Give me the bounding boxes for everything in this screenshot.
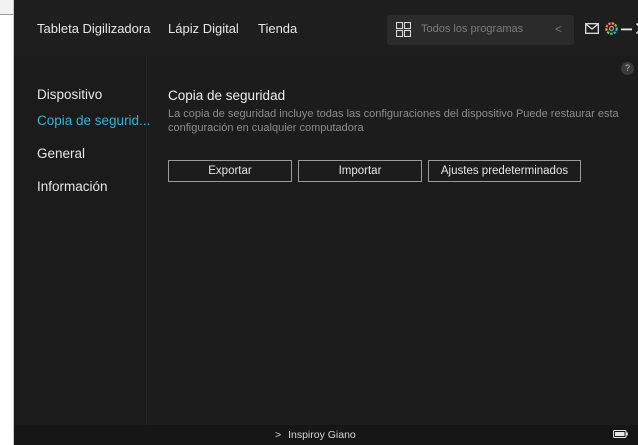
main-panel: ? Copia de seguridad La copia de segurid… (147, 56, 638, 425)
top-bar: Tableta Digilizadora Lápiz Digital Tiend… (14, 0, 638, 56)
left-window-edge (0, 0, 14, 445)
import-button[interactable]: Importar (298, 160, 422, 182)
window-edge-notch (0, 0, 13, 15)
section-title: Copia de seguridad (168, 88, 286, 103)
chevron-right-icon: > (275, 429, 282, 441)
nav-tablet[interactable]: Tableta Digilizadora (37, 21, 150, 36)
sidebar-item-backup[interactable]: Copia de segurid... (37, 113, 150, 128)
program-selector[interactable]: Todos los programas < (387, 15, 574, 45)
status-bar: > Inspiroy Giano (14, 425, 638, 445)
chevron-left-icon[interactable]: < (555, 22, 562, 36)
minimize-icon[interactable] (621, 28, 632, 31)
sidebar-item-device[interactable]: Dispositivo (37, 87, 102, 102)
grid-icon (396, 22, 411, 37)
export-button[interactable]: Exportar (168, 160, 292, 182)
sidebar: Dispositivo Copia de segurid... General … (14, 56, 150, 425)
device-name: Inspiroy Giano (288, 429, 356, 441)
help-icon[interactable]: ? (621, 62, 634, 75)
battery-icon (613, 430, 628, 438)
program-selector-placeholder: Todos los programas (421, 23, 524, 35)
app-window: Tableta Digilizadora Lápiz Digital Tiend… (14, 0, 638, 445)
settings-icon[interactable] (605, 22, 618, 35)
nav-pen[interactable]: Lápiz Digital (168, 21, 239, 36)
nav-store[interactable]: Tienda (258, 21, 297, 36)
sidebar-item-general[interactable]: General (37, 146, 85, 161)
section-description: La copia de seguridad incluye todas las … (168, 108, 619, 134)
defaults-button[interactable]: Ajustes predeterminados (428, 160, 581, 182)
sidebar-item-info[interactable]: Información (37, 179, 108, 194)
device-selector[interactable]: > Inspiroy Giano (275, 429, 356, 441)
mail-icon[interactable] (585, 23, 599, 34)
